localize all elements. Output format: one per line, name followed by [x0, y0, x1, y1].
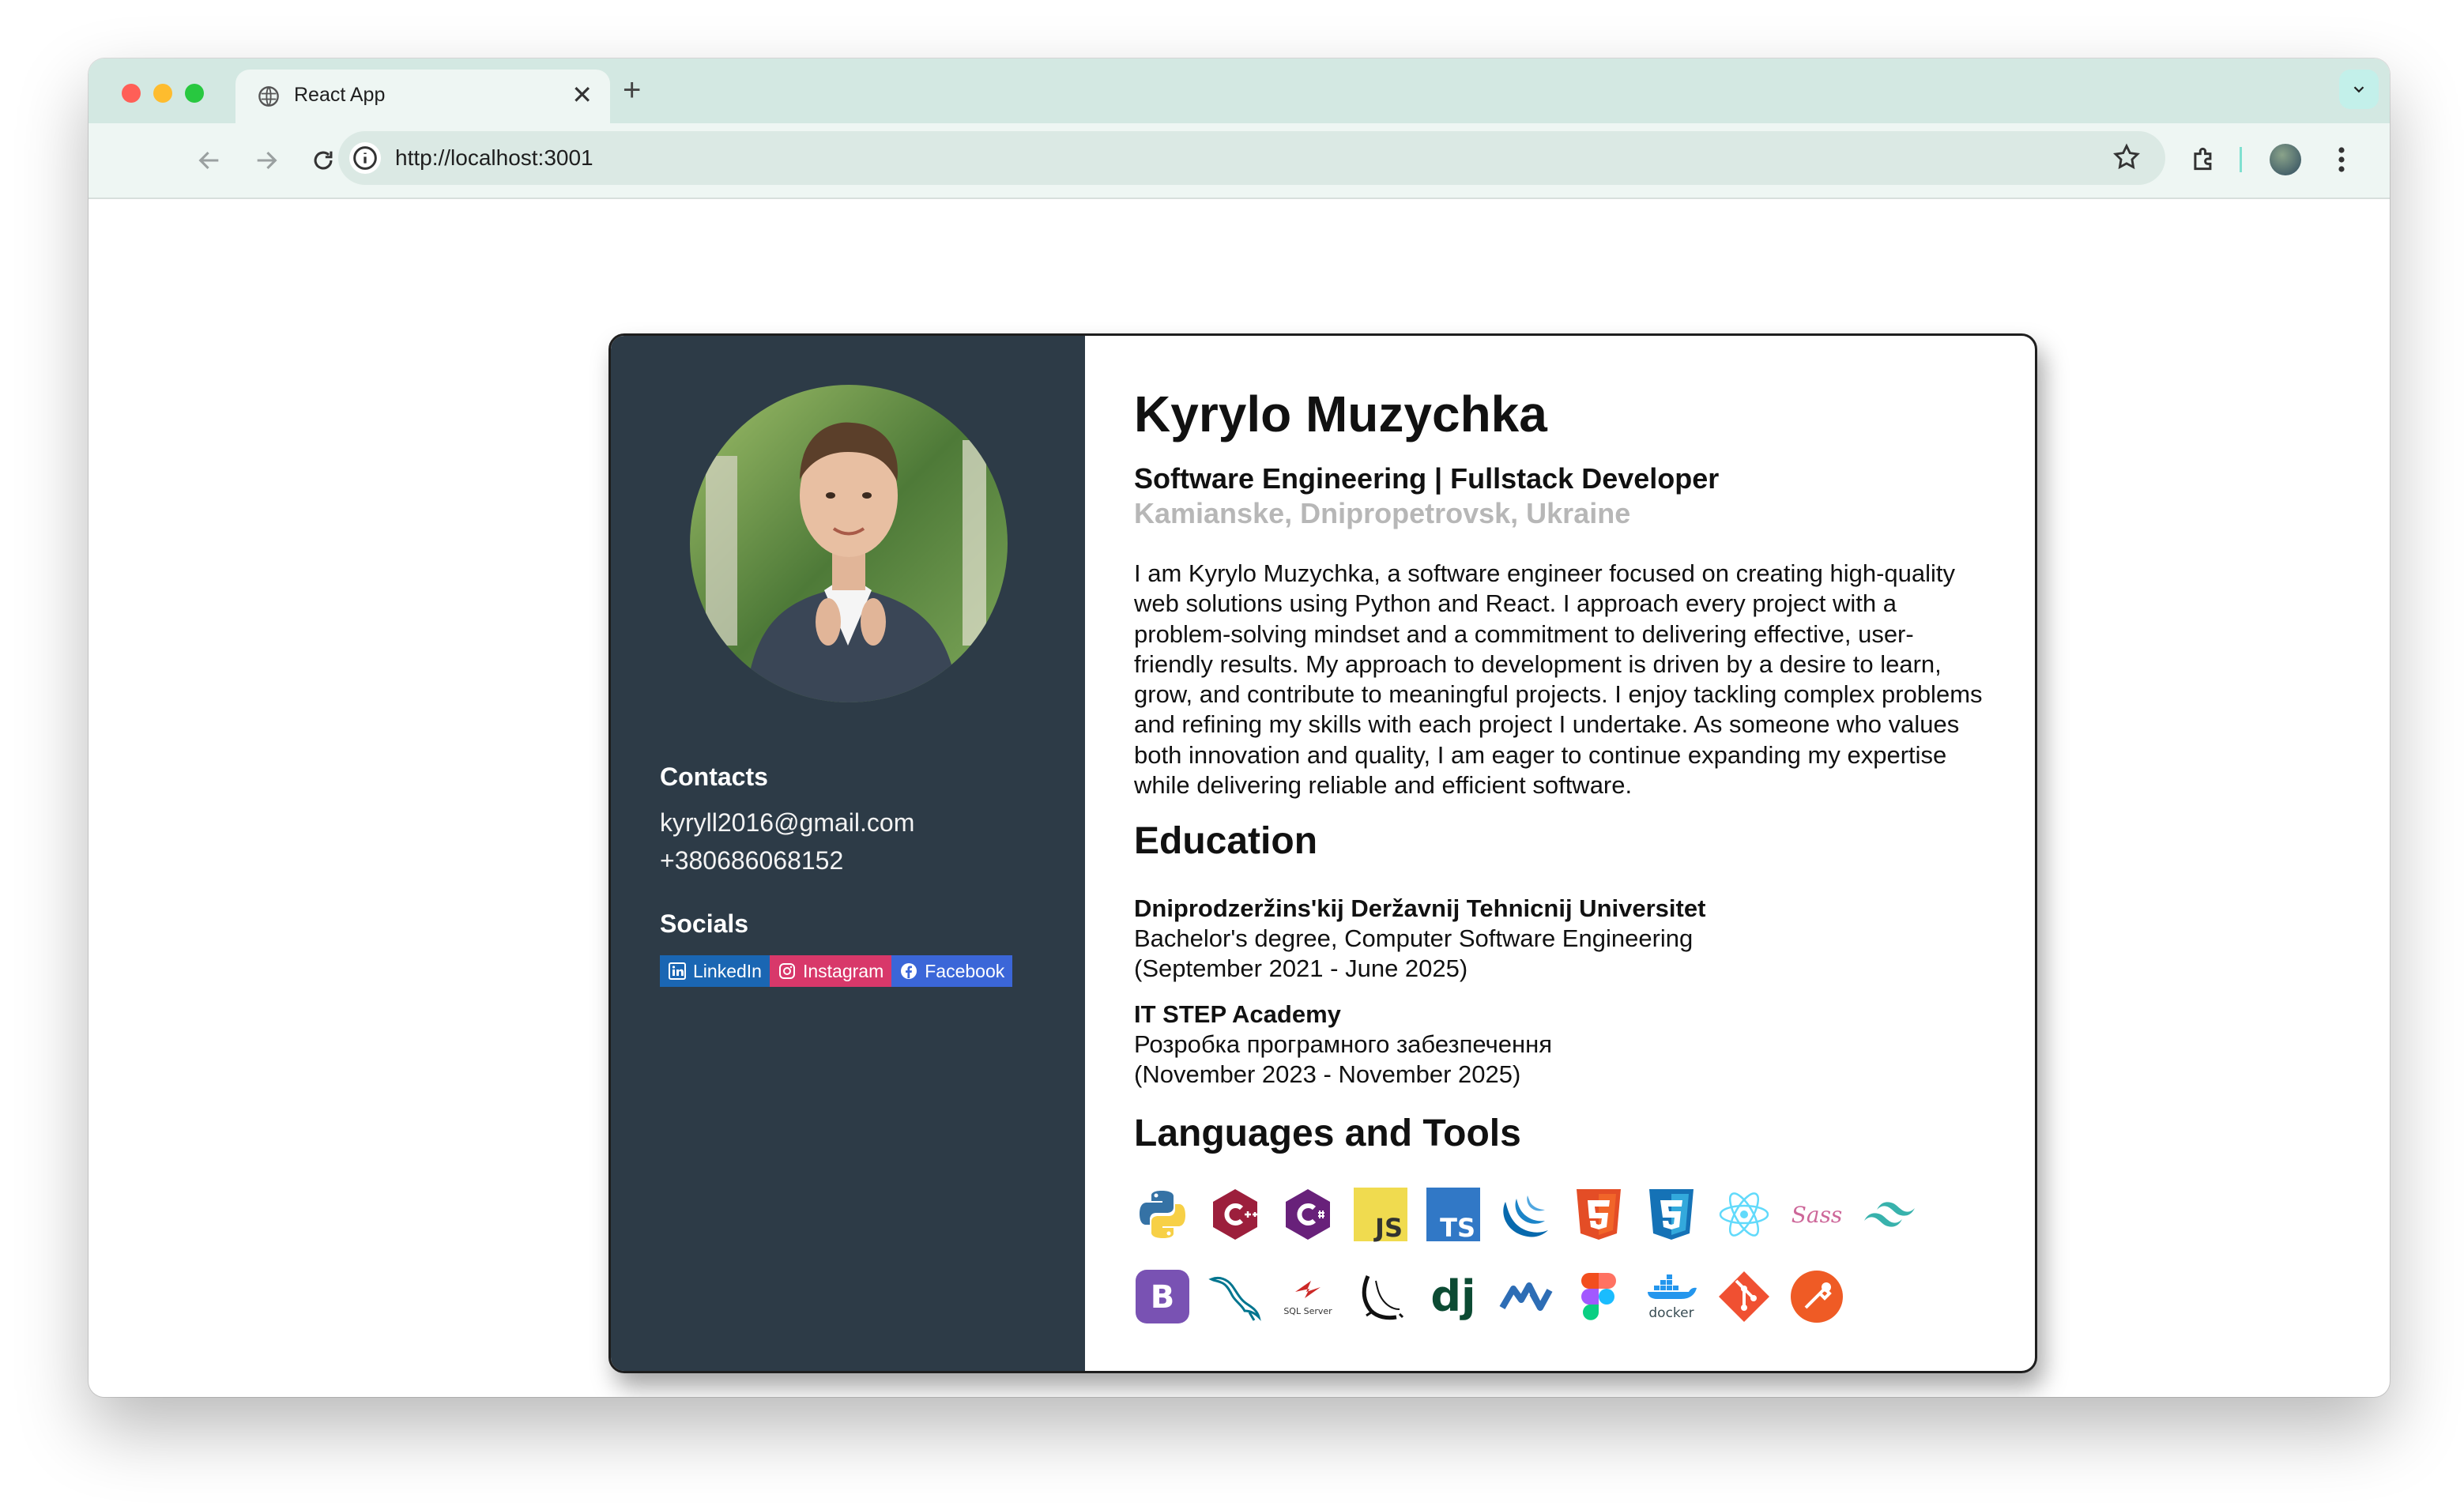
linkedin-label: LinkedIn: [693, 960, 762, 981]
forward-icon[interactable]: [253, 147, 280, 174]
job-title: Software Engineering | Fullstack Develop…: [1134, 462, 1720, 495]
instagram-badge[interactable]: Instagram: [769, 955, 892, 987]
facebook-badge[interactable]: Facebook: [891, 955, 1013, 987]
extensions-puzzle-icon[interactable]: [2189, 144, 2219, 174]
socials-heading: Socials: [660, 909, 749, 938]
svg-text:SQL Server: SQL Server: [1283, 1306, 1332, 1316]
url-text: http://localhost:3001: [395, 145, 593, 170]
school-name: IT STEP Academy: [1134, 1000, 1341, 1028]
minimize-window-button[interactable]: [153, 84, 172, 103]
globe-icon: [258, 86, 279, 107]
linkedin-badge[interactable]: LinkedIn: [660, 955, 770, 987]
address-bar[interactable]: http://localhost:3001: [338, 131, 2165, 185]
svg-text:B: B: [1151, 1279, 1175, 1316]
tools-heading: Languages and Tools: [1134, 1113, 1521, 1154]
flask-icon: [1362, 1275, 1404, 1320]
degree: Bachelor's degree, Computer Software Eng…: [1134, 924, 1694, 952]
location: Kamianske, Dnipropetrovsk, Ukraine: [1134, 497, 1631, 529]
maximize-window-button[interactable]: [185, 84, 204, 103]
bookmark-star-icon[interactable]: [2112, 142, 2142, 172]
django-icon: dj: [1430, 1271, 1475, 1321]
svg-text:docker: docker: [1648, 1305, 1694, 1321]
svg-text:Sass: Sass: [1791, 1202, 1843, 1228]
cv-sidebar: Contacts kyryll2016@gmail.com +380686068…: [611, 336, 1085, 1371]
tab-title: React App: [294, 84, 386, 106]
python-icon: [1140, 1191, 1185, 1238]
education-heading: Education: [1134, 820, 1318, 862]
browser-toolbar: http://localhost:3001: [89, 123, 2390, 199]
new-tab-button[interactable]: +: [623, 74, 641, 106]
jquery-icon: [1503, 1195, 1548, 1237]
tools-grid: JS TS Sass B SQL Server dj docker: [1134, 1186, 2003, 1328]
svg-text:dj: dj: [1430, 1271, 1475, 1321]
bootstrap-icon: B: [1136, 1270, 1189, 1323]
tailwind-icon: [1864, 1202, 1915, 1227]
cv-card: Contacts kyryll2016@gmail.com +380686068…: [608, 333, 2037, 1373]
bio-paragraph: I am Kyrylo Muzychka, a software enginee…: [1134, 559, 1983, 800]
javascript-icon: JS: [1354, 1188, 1407, 1243]
toolbar-divider: [2240, 147, 2242, 172]
tab-search-button[interactable]: [2339, 70, 2379, 109]
docker-icon: docker: [1648, 1274, 1697, 1321]
sass-icon: Sass: [1791, 1202, 1843, 1228]
person-name: Kyrylo Muzychka: [1134, 386, 1547, 442]
svg-text:JS: JS: [1373, 1213, 1403, 1243]
instagram-label: Instagram: [802, 960, 884, 981]
postman-icon: [1791, 1271, 1843, 1323]
linkedin-icon: [669, 962, 686, 980]
chevron-down-icon: [2353, 86, 2364, 93]
svg-text:TS: TS: [1440, 1213, 1475, 1243]
degree: Розробка програмного забезпечення: [1134, 1030, 1553, 1058]
reload-icon[interactable]: [310, 147, 337, 174]
css3-icon: [1649, 1189, 1694, 1240]
phone-link[interactable]: +380686068152: [660, 846, 843, 875]
education-item: Dniprodzeržins'kij Deržavnij Tehnicnij U…: [1134, 894, 1705, 984]
browser-window: React App ✕ + http://localhost:3001 Cont…: [89, 58, 2390, 1397]
cplusplus-icon: [1213, 1189, 1257, 1240]
close-window-button[interactable]: [122, 84, 141, 103]
figma-icon: [1581, 1273, 1616, 1320]
school-name: Dniprodzeržins'kij Deržavnij Tehnicnij U…: [1134, 894, 1706, 922]
instagram-icon: [778, 963, 795, 979]
mysql-icon: [1208, 1276, 1261, 1321]
git-icon: [1719, 1271, 1769, 1322]
tab-close-icon[interactable]: ✕: [571, 82, 593, 107]
more-menu-icon[interactable]: [2338, 145, 2345, 174]
period: (November 2023 - November 2025): [1134, 1060, 1521, 1088]
site-info-icon[interactable]: [349, 142, 381, 174]
period: (September 2021 - June 2025): [1134, 954, 1468, 982]
typescript-icon: TS: [1426, 1188, 1480, 1243]
sql-server-icon: SQL Server: [1283, 1281, 1332, 1316]
profile-avatar[interactable]: [2270, 144, 2301, 175]
profile-photo: [690, 385, 1008, 702]
facebook-icon: [901, 963, 917, 979]
back-icon[interactable]: [196, 147, 223, 174]
tab-bar: React App ✕ +: [89, 58, 2390, 123]
csharp-icon: [1286, 1189, 1330, 1240]
facebook-label: Facebook: [925, 960, 1005, 981]
tab-react-app[interactable]: React App ✕: [235, 70, 610, 123]
nuxt-icon: [1499, 1282, 1553, 1311]
cv-main: Kyrylo Muzychka Software Engineering | F…: [1085, 336, 2035, 1371]
html5-icon: [1577, 1189, 1621, 1240]
react-icon: [1719, 1192, 1769, 1237]
socials-badges: LinkedIn Instagram Facebook: [660, 955, 1013, 987]
education-item: IT STEP Academy Розробка програмного заб…: [1134, 1000, 1552, 1090]
contacts-heading: Contacts: [660, 762, 768, 791]
email-link[interactable]: kyryll2016@gmail.com: [660, 808, 914, 838]
